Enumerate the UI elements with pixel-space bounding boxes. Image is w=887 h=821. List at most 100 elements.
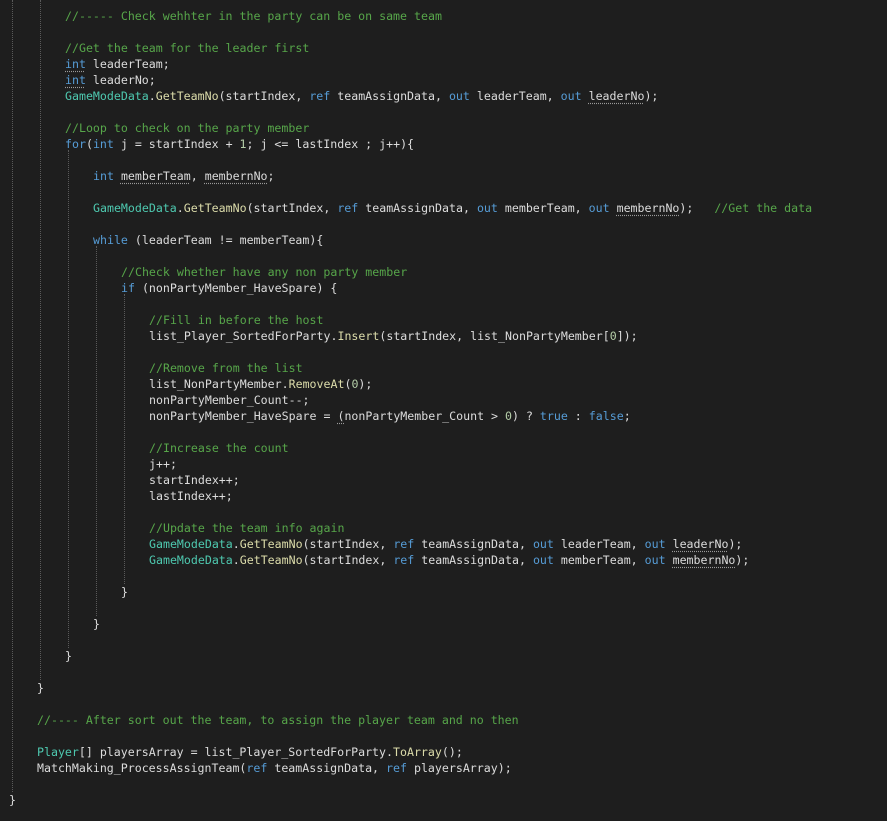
code-token: (startIndex, [218, 89, 310, 103]
code-token: GameModeData [93, 201, 177, 215]
code-line: //Fill in before the host [149, 312, 324, 328]
code-token: } [37, 681, 44, 695]
code-token: teamAssignData, [414, 553, 533, 567]
code-token: membernNo [672, 553, 736, 567]
code-token: true [539, 409, 568, 423]
code-token: (startIndex, [302, 553, 394, 567]
code-line: //---- After sort out the team, to assig… [37, 712, 519, 728]
code-token: Insert [337, 329, 380, 343]
code-token: for [65, 137, 86, 151]
code-token: j++; [149, 457, 177, 471]
code-line: Player[] playersArray = list_Player_Sort… [37, 744, 463, 760]
code-token: ); [644, 89, 659, 103]
code-token: RemoveAt [288, 377, 345, 391]
code-token: while [93, 233, 128, 247]
code-token: int [65, 73, 86, 87]
code-token: ; j <= lastIndex ; j++){ [246, 137, 415, 151]
code-line: //Update the team info again [149, 520, 344, 536]
code-token: //Loop to check on the party member [65, 121, 310, 135]
code-token: //Fill in before the host [149, 313, 324, 327]
code-token: ]); [616, 329, 638, 343]
code-token: ToArray [393, 745, 442, 759]
code-line: int memberTeam, membernNo; [93, 168, 275, 184]
code-line: GameModeData.GetTeamNo(startIndex, ref t… [149, 536, 742, 552]
code-token: . [232, 553, 240, 567]
code-token: out [448, 89, 470, 103]
code-token: (); [441, 745, 463, 759]
code-token: (leaderTeam != memberTeam){ [127, 233, 324, 247]
code-token: out [476, 201, 498, 215]
code-token: teamAssignData, [414, 537, 533, 551]
code-line: GameModeData.GetTeamNo(startIndex, ref t… [93, 200, 812, 216]
code-token: GameModeData [65, 89, 149, 103]
code-token: ); [679, 201, 715, 215]
code-token: leaderTeam; [85, 57, 170, 71]
code-token: int [93, 169, 114, 183]
code-token: out [532, 553, 554, 567]
code-line: //Loop to check on the party member [65, 120, 309, 136]
code-token: ref [337, 201, 359, 215]
code-token: Player [37, 745, 79, 759]
code-token: . [148, 89, 156, 103]
code-line: } [37, 680, 44, 696]
code-token: out [532, 537, 554, 551]
code-line: while (leaderTeam != memberTeam){ [93, 232, 323, 248]
code-token: ref [393, 537, 415, 551]
code-token: (startIndex, [302, 537, 394, 551]
code-token: playersArray); [406, 761, 512, 775]
code-token: j = startIndex + [113, 137, 240, 151]
code-line: //Get the team for the leader first [65, 40, 309, 56]
code-token: ) ? [511, 409, 540, 423]
code-token: //----- Check wehhter in the party can b… [65, 9, 442, 23]
code-line: MatchMaking_ProcessAssignTeam(ref teamAs… [37, 760, 512, 776]
code-token: out [588, 201, 610, 215]
code-token: MatchMaking_ProcessAssignTeam( [37, 761, 247, 775]
code-token: . [176, 201, 184, 215]
code-token: //Get the team for the leader first [65, 41, 310, 55]
code-token: memberTeam, [497, 201, 589, 215]
code-token: teamAssignData, [330, 89, 449, 103]
code-token: 1 [239, 137, 247, 151]
code-line: int leaderNo; [65, 72, 156, 88]
code-token: (startIndex, [246, 201, 338, 215]
code-token: out [560, 89, 582, 103]
code-line: int leaderTeam; [65, 56, 170, 72]
code-token: } [121, 585, 128, 599]
code-token: int [65, 57, 86, 71]
code-token: (nonPartyMember_HaveSpare) { [134, 281, 338, 295]
code-token: //Increase the count [149, 441, 289, 455]
code-token: //Remove from the list [149, 361, 303, 375]
code-line: startIndex++; [149, 472, 240, 488]
code-token: ; [267, 169, 275, 183]
indent-guide [96, 246, 97, 616]
code-token: memberTeam, [553, 553, 645, 567]
code-token: nonPartyMember_HaveSpare = [149, 409, 338, 423]
code-token: GameModeData [149, 553, 233, 567]
code-token: ref [309, 89, 331, 103]
code-line: } [93, 616, 100, 632]
code-line: //Increase the count [149, 440, 289, 456]
code-token: membernNo [616, 201, 680, 215]
code-token: teamAssignData, [267, 761, 387, 775]
code-editor[interactable]: //----- Check wehhter in the party can b… [0, 0, 887, 821]
code-line: if (nonPartyMember_HaveSpare) { [121, 280, 337, 296]
code-token: GameModeData [149, 537, 233, 551]
code-token: out [644, 553, 666, 567]
code-token: : [567, 409, 589, 423]
code-token: ref [246, 761, 268, 775]
code-token: leaderTeam, [469, 89, 561, 103]
code-line: nonPartyMember_Count--; [149, 392, 310, 408]
code-token: ); [358, 377, 373, 391]
code-token: int [92, 137, 114, 151]
code-token: [] playersArray = list_Player_SortedForP… [78, 745, 393, 759]
code-line: nonPartyMember_HaveSpare = (nonPartyMemb… [149, 408, 631, 424]
code-token: leaderTeam, [553, 537, 645, 551]
code-token: GetTeamNo [239, 553, 303, 567]
code-line: GameModeData.GetTeamNo(startIndex, ref t… [65, 88, 658, 104]
code-line: } [9, 792, 16, 808]
code-token: out [644, 537, 666, 551]
code-token: } [93, 617, 100, 631]
